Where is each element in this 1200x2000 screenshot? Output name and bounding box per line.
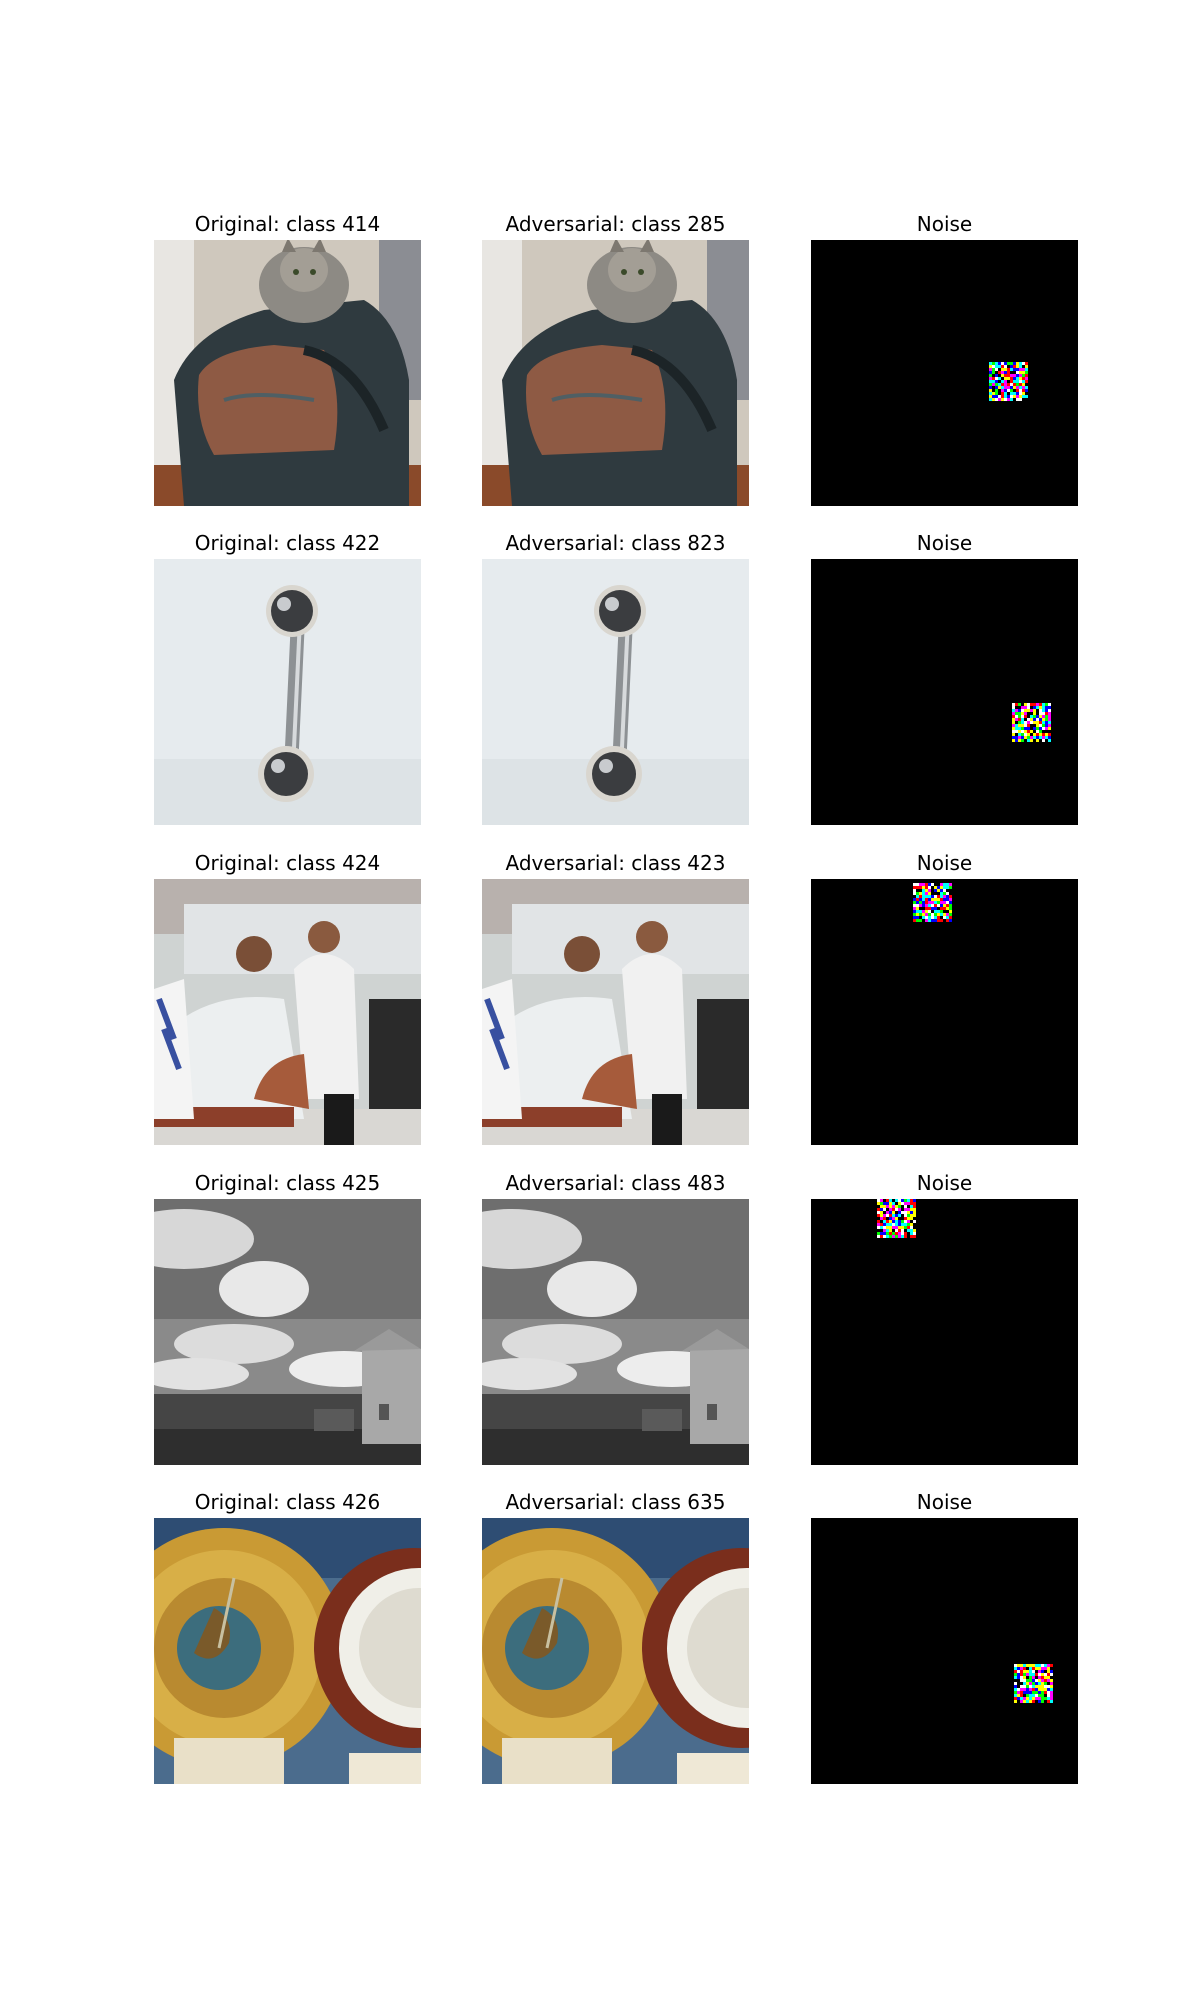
noise-title: Noise [916, 851, 973, 875]
adversarial-image-cat-backpack [482, 240, 749, 506]
adversarial-image-barbell [482, 559, 749, 825]
original-image-barbell [154, 559, 421, 825]
noise-image [811, 1199, 1078, 1465]
original-image-barbershop [154, 879, 421, 1145]
noise-image [811, 1518, 1078, 1784]
adversarial-title: Adversarial: class 285 [505, 212, 726, 236]
figure-grid: Original: class 414 Adversarial: class 2… [0, 0, 1200, 2000]
original-title: Original: class 422 [194, 531, 381, 555]
adversarial-title: Adversarial: class 423 [505, 851, 726, 875]
adversarial-title: Adversarial: class 635 [505, 1490, 726, 1514]
adversarial-title: Adversarial: class 483 [505, 1171, 726, 1195]
adversarial-title: Adversarial: class 823 [505, 531, 726, 555]
original-image-barometer [154, 1518, 421, 1784]
original-title: Original: class 426 [194, 1490, 381, 1514]
adversarial-image-barometer [482, 1518, 749, 1784]
original-title: Original: class 424 [194, 851, 381, 875]
noise-title: Noise [916, 1490, 973, 1514]
noise-image [811, 559, 1078, 825]
original-title: Original: class 414 [194, 212, 381, 236]
noise-title: Noise [916, 212, 973, 236]
noise-title: Noise [916, 1171, 973, 1195]
adversarial-image-landscape [482, 1199, 749, 1465]
noise-title: Noise [916, 531, 973, 555]
adversarial-image-barbershop [482, 879, 749, 1145]
noise-image [811, 240, 1078, 506]
noise-image [811, 879, 1078, 1145]
original-image-cat-backpack [154, 240, 421, 506]
original-title: Original: class 425 [194, 1171, 381, 1195]
original-image-landscape [154, 1199, 421, 1465]
